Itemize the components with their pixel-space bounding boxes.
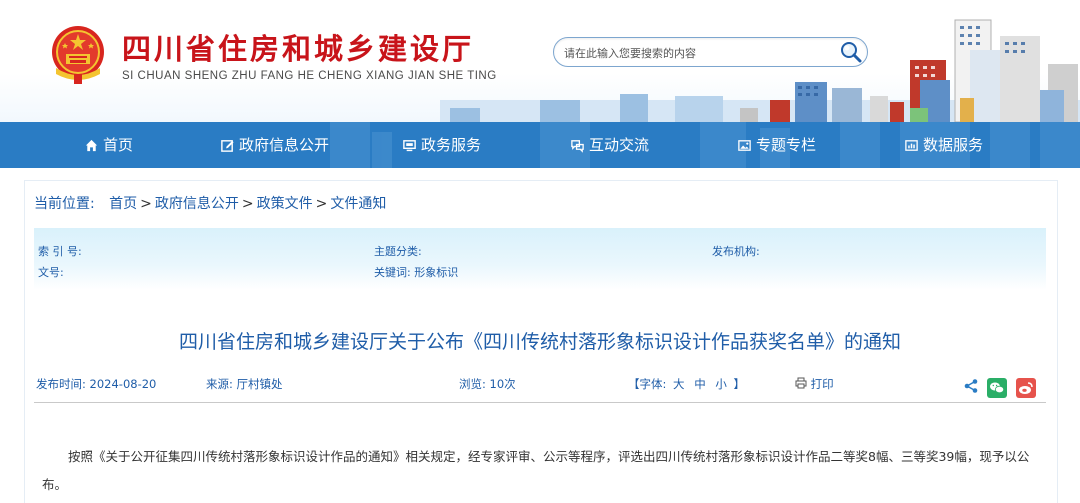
source-label: 来源: [206,377,233,391]
print-label: 打印 [810,377,834,391]
index-number-label: 索 引 号: [38,245,82,258]
breadcrumb-item-gov-info[interactable]: 政府信息公开 [155,196,239,212]
breadcrumb-separator: > [241,196,254,212]
info-divider [34,402,1046,403]
chat-icon [571,139,584,153]
keywords-value: 形象标识 [414,266,459,279]
weibo-icon[interactable] [1016,378,1036,398]
font-size-open: 【字体: [628,377,667,391]
publish-date-row: 发布时间: 2024-08-20 [36,376,156,392]
nav-item-home[interactable]: 首页 [84,122,133,168]
doc-number-label: 文号: [38,266,64,279]
source-value: 厅村镇处 [236,377,283,391]
nav-item-gov-info[interactable]: 政府信息公开 [220,122,329,168]
views-row: 浏览: 10次 [459,376,516,392]
breadcrumb-separator: > [315,196,328,212]
views-value: 10次 [489,377,516,391]
data-icon [905,139,918,151]
views-label: 浏览: [459,377,486,391]
site-header: 四川省住房和城乡建设厅 SI CHUAN SHENG ZHU FANG HE C… [0,0,1080,122]
city-skyline-illustration [440,19,1080,122]
monitor-icon [403,139,416,151]
publish-date-label: 发布时间: [36,377,86,391]
nav-item-interaction[interactable]: 互动交流 [570,122,649,168]
nav-item-topics[interactable]: 专题专栏 [737,122,816,168]
breadcrumb-lead: 当前位置: [34,196,95,212]
nav-item-label: 首页 [103,136,134,154]
nav-item-services[interactable]: 政务服务 [402,122,481,168]
document-title: 四川省住房和城乡建设厅关于公布《四川传统村落形象标识设计作品获奖名单》的通知 [178,331,901,353]
font-size-large[interactable]: 大 [673,377,685,391]
font-size-close: 】 [733,377,746,391]
document-meta-box: 索 引 号: 文号: 主题分类: 关键词: 形象标识 发布机构: [34,228,1046,290]
site-title: 四川省住房和城乡建设厅 [122,32,475,66]
breadcrumb-separator: > [140,196,152,212]
print-icon [795,377,807,389]
keywords-row: 关键词: 形象标识 [374,264,458,280]
source-row: 来源: 厅村镇处 [206,376,283,392]
nav-item-label: 专题专栏 [756,136,817,154]
breadcrumb: 当前位置: 首页 > 政府信息公开 > 政策文件 > 文件通知 [34,193,386,213]
print-button[interactable]: 打印 [795,376,834,392]
nav-item-label: 数据服务 [923,136,984,154]
nav-item-label: 政务服务 [421,136,482,154]
nav-item-data[interactable]: 数据服务 [904,122,983,168]
wechat-icon[interactable] [987,378,1007,398]
edit-icon [221,139,234,152]
breadcrumb-item-policy[interactable]: 政策文件 [257,196,313,212]
font-size-small[interactable]: 小 [715,377,727,391]
nav-item-label: 政府信息公开 [239,136,330,154]
topic-label: 主题分类: [374,245,422,258]
document-body: 按照《关于公开征集四川传统村落形象标识设计作品的通知》相关规定，经专家评审、公示… [42,449,1030,492]
image-icon [738,139,751,151]
keywords-label: 关键词: [374,266,411,279]
main-nav: 首页 政府信息公开 政务服务 互动交流 专题专栏 数据服务 [0,122,1080,168]
home-icon [85,139,98,151]
national-emblem-icon [52,26,104,84]
font-size-control: 【字体: 大 中 小 】 [628,376,745,392]
publisher-label: 发布机构: [712,245,760,258]
breadcrumb-item-notices[interactable]: 文件通知 [330,196,386,212]
font-size-medium[interactable]: 中 [694,377,706,391]
breadcrumb-item-home[interactable]: 首页 [109,196,137,212]
nav-item-label: 互动交流 [589,136,650,154]
share-icon[interactable] [963,378,979,394]
publish-date-value: 2024-08-20 [89,377,157,391]
